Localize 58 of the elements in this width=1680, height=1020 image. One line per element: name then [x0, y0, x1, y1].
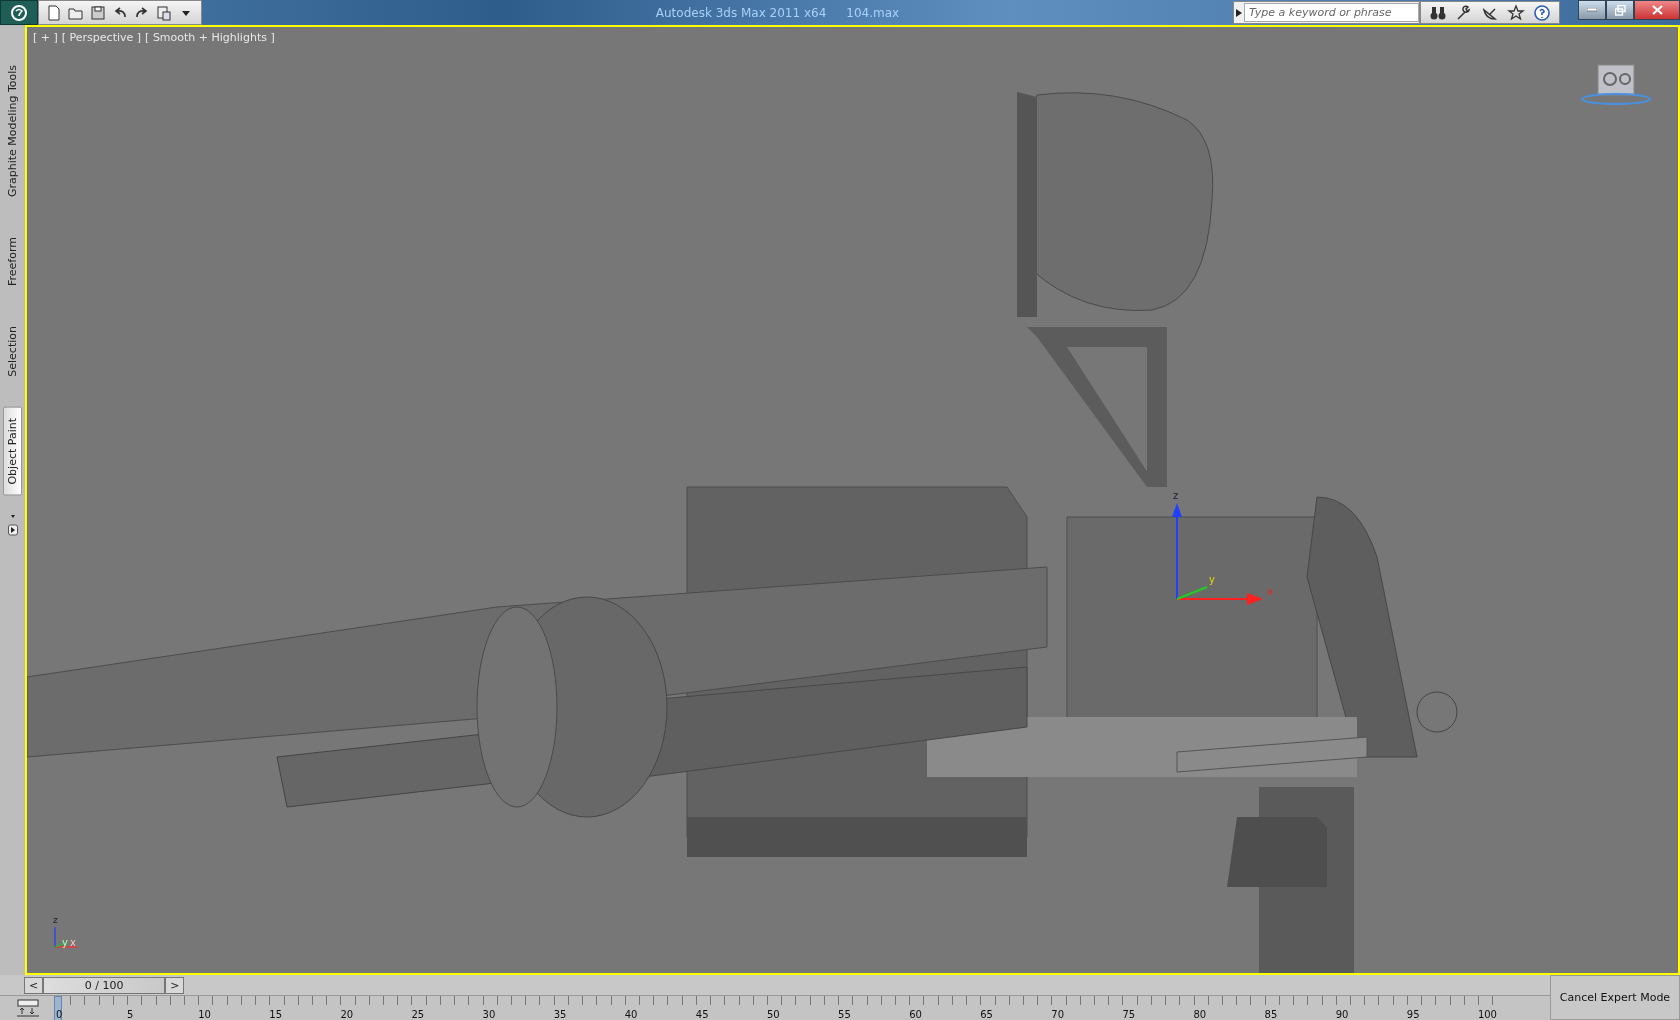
minimize-button[interactable] — [1578, 0, 1606, 20]
app-logo-icon — [10, 3, 28, 22]
frame-number: 70 — [1051, 1009, 1066, 1020]
key-filter-icon[interactable] — [16, 999, 40, 1017]
ribbon-tab[interactable]: Graphite Modeling Tools — [4, 55, 21, 207]
ribbon-tab[interactable]: Freeform — [4, 227, 21, 296]
viewport-label[interactable]: [ Perspective ] — [61, 31, 142, 44]
frame-number: 0 — [56, 1009, 64, 1020]
frame-number: 75 — [1122, 1009, 1137, 1020]
search-field[interactable]: Type a keyword or phrase — [1244, 3, 1419, 22]
viewcube-icon[interactable] — [1580, 63, 1652, 107]
maximize-button[interactable] — [1606, 0, 1634, 20]
perspective-viewport[interactable]: [ + ] [ Perspective ] [ Smooth + Highlights ] z y x z y x — [25, 25, 1680, 975]
app-title: Autodesk 3ds Max 2011 x64 — [655, 5, 827, 20]
new-file-icon[interactable] — [45, 3, 63, 22]
frame-number: 25 — [411, 1009, 426, 1020]
wrench-icon[interactable] — [1455, 3, 1473, 22]
cancel-expert-mode-button[interactable]: Cancel Expert Mode — [1550, 975, 1680, 1020]
ribbon-tab[interactable]: Object Paint — [3, 406, 22, 496]
app-menu-button[interactable] — [0, 0, 38, 25]
expand-icon[interactable] — [1236, 8, 1242, 17]
viewport-label[interactable]: [ + ] — [33, 31, 58, 44]
frame-number: 5 — [127, 1009, 135, 1020]
minimize-icon — [1587, 8, 1597, 12]
frame-number: 40 — [624, 1009, 639, 1020]
frame-number: 65 — [980, 1009, 994, 1020]
previous-frame-button[interactable]: < — [24, 976, 44, 994]
frame-number: 15 — [269, 1009, 283, 1020]
restore-icon — [1614, 4, 1626, 16]
frame-number: 10 — [198, 1009, 212, 1020]
frame-number: 90 — [1335, 1009, 1350, 1020]
star-icon[interactable] — [1507, 3, 1525, 22]
viewport-label[interactable]: [ Smooth + Highlights ] — [145, 31, 275, 44]
frame-number: 50 — [766, 1009, 781, 1020]
ribbon-toggle-icon[interactable] — [7, 515, 18, 538]
frame-number: 45 — [695, 1009, 710, 1020]
close-button[interactable] — [1634, 0, 1680, 20]
frame-number: 80 — [1193, 1009, 1208, 1020]
close-icon — [1651, 5, 1663, 15]
timeline-ruler[interactable]: 0 5 10 15 20 25 30 35 40 45 50 55 60 65 70 75 80 85 90 95 100 — [56, 996, 1498, 1020]
frame-number: 30 — [482, 1009, 497, 1020]
project-folder-icon[interactable] — [155, 3, 173, 22]
frame-number: 55 — [838, 1009, 852, 1020]
transform-gizmo-drawing: z y x — [1172, 490, 1273, 605]
help-icon[interactable] — [1533, 3, 1551, 22]
file-name: 104.max — [846, 5, 900, 20]
axis-tripod-drawing: z y x — [47, 913, 81, 953]
time-slider-handle[interactable]: 0 / 100 — [43, 976, 166, 994]
frame-number: 100 — [1477, 1009, 1497, 1020]
frame-number: 20 — [340, 1009, 355, 1020]
frame-number: 85 — [1264, 1009, 1279, 1020]
frame-number: 60 — [909, 1009, 923, 1020]
save-icon[interactable] — [89, 3, 107, 22]
frame-number: 95 — [1406, 1009, 1421, 1020]
frame-cursor[interactable] — [54, 996, 62, 1020]
frame-number: 35 — [553, 1009, 568, 1020]
ribbon-tab[interactable]: Selection — [4, 316, 21, 387]
next-frame-button[interactable]: > — [165, 976, 185, 994]
